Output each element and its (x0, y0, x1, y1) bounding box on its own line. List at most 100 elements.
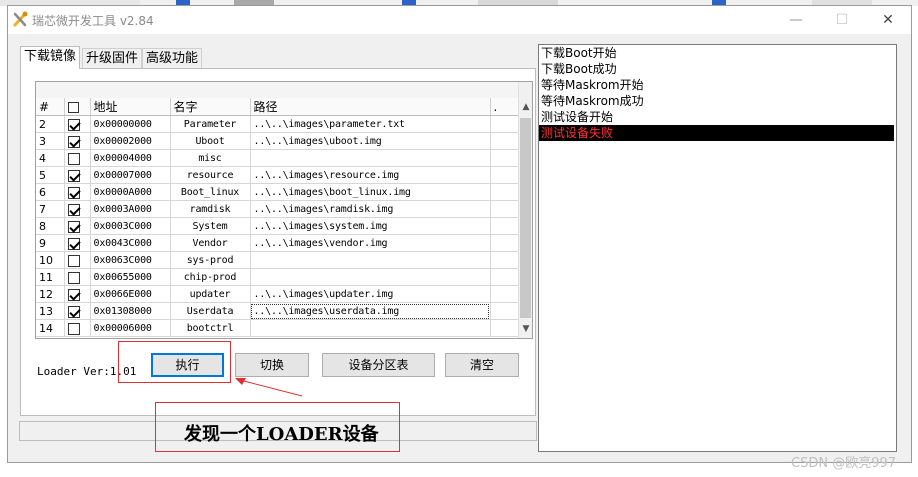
row-checkbox-cell[interactable] (64, 268, 91, 286)
table-row[interactable]: 5 0x00007000 resource ..\..\images\resource… (36, 166, 521, 184)
clear-button[interactable]: 清空 (445, 353, 519, 377)
row-path[interactable]: ..\..\images\resource.img (250, 166, 491, 184)
log-line[interactable]: 等待Maskrom成功 (539, 93, 896, 109)
row-checkbox[interactable] (67, 118, 80, 131)
row-path[interactable] (250, 268, 491, 286)
row-name[interactable]: System (170, 217, 251, 235)
row-checkbox[interactable] (67, 237, 80, 250)
log-line[interactable]: 下载Boot成功 (539, 61, 896, 77)
row-checkbox-cell[interactable] (64, 285, 91, 303)
partition-table-button[interactable]: 设备分区表 (322, 353, 435, 377)
row-checkbox-cell[interactable] (64, 132, 91, 150)
maximize-button[interactable]: ☐ (819, 6, 865, 34)
row-checkbox-cell[interactable] (64, 319, 91, 337)
row-name[interactable]: Userdata (170, 302, 251, 320)
row-checkbox[interactable] (67, 288, 80, 301)
row-path[interactable]: ..\..\images\boot_linux.img (250, 183, 491, 201)
row-checkbox[interactable] (67, 135, 80, 148)
row-checkbox[interactable] (67, 186, 80, 199)
row-checkbox[interactable] (67, 254, 80, 267)
minimize-button[interactable]: — (773, 6, 819, 34)
row-checkbox[interactable] (67, 169, 80, 182)
row-name[interactable]: updater (170, 285, 251, 303)
row-checkbox[interactable] (67, 322, 80, 335)
row-checkbox-cell[interactable] (64, 183, 91, 201)
row-address[interactable]: 0x00002000 (90, 132, 171, 150)
log-line[interactable]: 下载Boot开始 (539, 45, 896, 61)
row-checkbox[interactable] (67, 271, 80, 284)
row-address[interactable]: 0x0043C000 (90, 234, 171, 252)
row-checkbox-cell[interactable] (64, 166, 91, 184)
scroll-up-icon[interactable]: ▲ (519, 100, 532, 114)
row-path[interactable] (250, 251, 491, 269)
log-line[interactable]: 测试设备失败 (539, 125, 894, 141)
table-row[interactable]: 2 0x00000000 Parameter ..\..\images\paramet… (36, 115, 521, 133)
row-name[interactable]: resource (170, 166, 251, 184)
row-checkbox-cell[interactable] (64, 251, 91, 269)
row-name[interactable]: ramdisk (170, 200, 251, 218)
row-address[interactable]: 0x0003A000 (90, 200, 171, 218)
row-checkbox-cell[interactable] (64, 217, 91, 235)
row-address[interactable]: 0x01308000 (90, 302, 171, 320)
table-row[interactable]: 12 0x0066E000 updater ..\..\images\updater.… (36, 285, 521, 303)
row-address[interactable]: 0x0003C000 (90, 217, 171, 235)
table-row[interactable]: 3 0x00002000 Uboot ..\..\images\uboot.img (36, 132, 521, 150)
row-checkbox[interactable] (67, 152, 80, 165)
row-path[interactable]: ..\..\images\vendor.img (250, 234, 491, 252)
scrollbar-thumb[interactable] (520, 118, 531, 318)
row-name[interactable]: Uboot (170, 132, 251, 150)
close-button[interactable]: ✕ (865, 6, 911, 34)
row-name[interactable]: chip-prod (170, 268, 251, 286)
row-name[interactable]: Boot_linux (170, 183, 251, 201)
log-line[interactable]: 测试设备开始 (539, 109, 896, 125)
row-address[interactable]: 0x00655000 (90, 268, 171, 286)
row-checkbox[interactable] (67, 305, 80, 318)
row-checkbox-cell[interactable] (64, 234, 91, 252)
row-name[interactable]: bootctrl (170, 319, 251, 337)
table-row[interactable]: 8 0x0003C000 System ..\..\images\system.img (36, 217, 521, 235)
tab-advanced[interactable]: 高级功能 (142, 48, 203, 68)
row-path[interactable]: ..\..\images\system.img (250, 217, 491, 235)
table-row[interactable]: 14 0x00006000 bootctrl (36, 319, 521, 337)
row-address[interactable]: 0x0063C000 (90, 251, 171, 269)
row-checkbox[interactable] (67, 203, 80, 216)
row-name[interactable]: Vendor (170, 234, 251, 252)
table-row[interactable]: 7 0x0003A000 ramdisk ..\..\images\ramdisk.i… (36, 200, 521, 218)
row-address[interactable]: 0x00007000 (90, 166, 171, 184)
tab-upgrade-firmware[interactable]: 升级固件 (82, 48, 143, 68)
table-row[interactable]: 13 0x01308000 Userdata ..\..\images\userdat… (36, 302, 521, 320)
row-address[interactable]: 0x0066E000 (90, 285, 171, 303)
tab-download-image[interactable]: 下载镜像 (20, 46, 81, 69)
table-row[interactable]: 10 0x0063C000 sys-prod (36, 251, 521, 269)
row-name[interactable]: Parameter (170, 115, 251, 133)
row-path[interactable]: ..\..\images\uboot.img (250, 132, 491, 150)
row-address[interactable]: 0x00004000 (90, 149, 171, 167)
row-checkbox-cell[interactable] (64, 115, 91, 133)
row-address[interactable]: 0x0000A000 (90, 183, 171, 201)
row-name[interactable]: misc (170, 149, 251, 167)
row-path[interactable]: ..\..\images\ramdisk.img (250, 200, 491, 218)
row-checkbox-cell[interactable] (64, 302, 91, 320)
select-all-checkbox[interactable] (67, 101, 79, 113)
table-row[interactable]: 11 0x00655000 chip-prod (36, 268, 521, 286)
row-checkbox-cell[interactable] (64, 149, 91, 167)
log-line[interactable]: 等待Maskrom开始 (539, 77, 896, 93)
row-path[interactable]: ..\..\images\userdata.img (250, 302, 491, 320)
header-select-all[interactable] (64, 98, 91, 116)
table-row[interactable]: 6 0x0000A000 Boot_linux ..\..\images\boot_l… (36, 183, 521, 201)
row-path[interactable] (250, 319, 491, 337)
row-path[interactable]: ..\..\images\updater.img (250, 285, 491, 303)
scroll-down-icon[interactable]: ▼ (519, 322, 532, 336)
row-address[interactable]: 0x00006000 (90, 319, 171, 337)
row-path[interactable] (250, 149, 491, 167)
row-path[interactable]: ..\..\images\parameter.txt (250, 115, 491, 133)
row-checkbox[interactable] (67, 220, 80, 233)
table-row[interactable]: 4 0x00004000 misc (36, 149, 521, 167)
highlight-box (118, 341, 231, 383)
row-name[interactable]: sys-prod (170, 251, 251, 269)
row-checkbox-cell[interactable] (64, 200, 91, 218)
grid-scrollbar[interactable]: ▲ ▼ (518, 82, 532, 338)
log-panel[interactable]: 下载Boot开始 下载Boot成功 等待Maskrom开始 等待Maskrom成功 测试… (538, 44, 897, 452)
table-row[interactable]: 9 0x0043C000 Vendor ..\..\images\vendor.img (36, 234, 521, 252)
row-address[interactable]: 0x00000000 (90, 115, 171, 133)
